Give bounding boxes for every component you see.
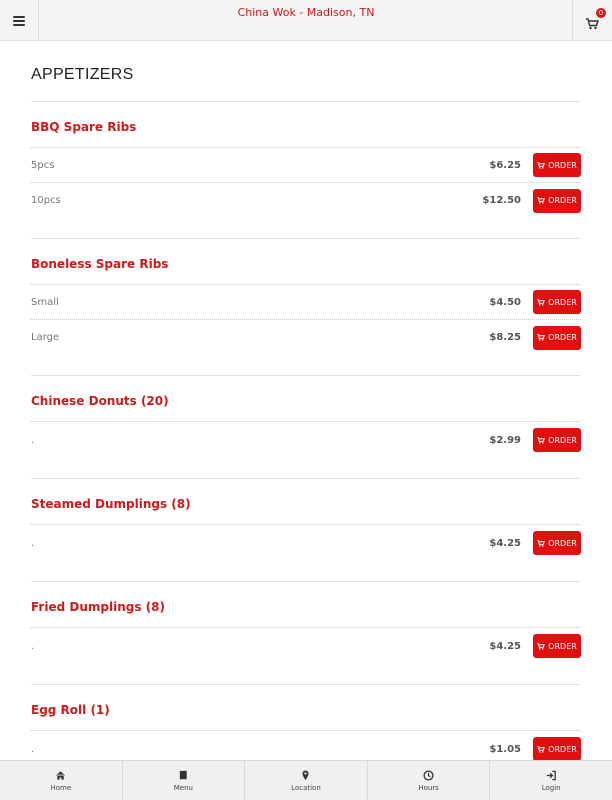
clock-icon <box>423 769 434 781</box>
menu-item: BBQ Spare Ribs 5pcs $6.25 ORDER 10pcs $12.50 O… <box>31 102 581 239</box>
section-title: APPETIZERS <box>31 41 581 102</box>
item-name: Chinese Donuts (20) <box>31 376 581 422</box>
cart-icon <box>537 161 546 169</box>
map-marker-icon <box>302 769 310 780</box>
item-name: Egg Roll (1) <box>31 685 581 731</box>
size-label: 10pcs <box>31 195 61 206</box>
price-row: Small $4.50 ORDER <box>31 285 581 320</box>
cart-icon <box>537 745 546 753</box>
price-row: . $2.99 ORDER <box>31 422 581 458</box>
nav-home[interactable]: Home <box>0 761 123 800</box>
home-icon <box>56 770 66 780</box>
nav-label: Hours <box>418 783 439 792</box>
price: $12.50 <box>482 195 521 206</box>
price: $2.99 <box>489 434 521 446</box>
order-button[interactable]: ORDER <box>533 531 581 555</box>
price-row: . $4.25 ORDER <box>31 525 581 561</box>
order-button[interactable]: ORDER <box>533 188 581 213</box>
cart-icon: 0 <box>586 7 606 29</box>
nav-label: Location <box>291 783 321 792</box>
size-label: Small <box>31 296 59 308</box>
item-name: BBQ Spare Ribs <box>31 102 581 148</box>
menu-item: Fried Dumplings (8). $4.25 ORDER <box>31 582 581 685</box>
cart-icon <box>537 197 546 204</box>
price-row: 5pcs $6.25 ORDER <box>31 148 581 183</box>
menu-items-list: BBQ Spare Ribs 5pcs $6.25 ORDER 10pcs $12.50 O… <box>31 102 581 788</box>
price: $4.50 <box>489 296 521 308</box>
book-icon <box>179 770 187 780</box>
size-label: Large <box>31 332 60 343</box>
order-button[interactable]: ORDER <box>533 428 581 452</box>
order-button-label: ORDER <box>548 744 577 754</box>
item-name: Steamed Dumplings (8) <box>31 479 581 525</box>
nav-label: Home <box>50 783 72 792</box>
cart-icon <box>537 334 546 341</box>
menu-item: Boneless Spare Ribs Small $4.50 ORDER Large $… <box>31 239 581 376</box>
price-row: 10pcs $12.50 ORDER <box>31 183 581 218</box>
order-button-label: ORDER <box>548 297 577 307</box>
price: $4.25 <box>489 640 521 652</box>
order-button[interactable]: ORDER <box>533 737 581 761</box>
order-button[interactable]: ORDER <box>533 290 581 314</box>
order-button[interactable]: ORDER <box>533 634 581 658</box>
menu-item: Steamed Dumplings (8). $4.25 ORDER <box>31 479 581 582</box>
cart-icon <box>537 436 546 444</box>
nav-menu[interactable]: Menu <box>123 761 246 800</box>
menu-content: APPETIZERS BBQ Spare Ribs 5pcs $6.25 ORDER 1… <box>31 41 581 788</box>
bottom-nav-bar: Home Menu Location Hours Login <box>0 760 612 800</box>
site-title[interactable]: China Wok - Madison, TN <box>0 6 612 19</box>
order-button[interactable]: ORDER <box>533 325 581 350</box>
order-button[interactable]: ORDER <box>533 153 581 177</box>
order-button-label: ORDER <box>548 641 577 651</box>
top-bar: China Wok - Madison, TN 0 <box>0 0 612 41</box>
price: $8.25 <box>489 332 521 343</box>
login-icon <box>546 770 556 780</box>
size-label: 5pcs <box>31 159 55 171</box>
size-label: . <box>31 537 35 549</box>
order-button-label: ORDER <box>548 160 577 170</box>
size-label: . <box>31 743 35 755</box>
cart-icon <box>537 298 546 306</box>
size-label: . <box>31 640 35 652</box>
cart-icon <box>537 539 546 547</box>
menu-item: Chinese Donuts (20). $2.99 ORDER <box>31 376 581 479</box>
nav-hours[interactable]: Hours <box>368 761 491 800</box>
cart-button[interactable]: 0 <box>572 0 612 41</box>
item-name: Boneless Spare Ribs <box>31 239 581 285</box>
order-button-label: ORDER <box>548 196 577 205</box>
price: $4.25 <box>489 537 521 549</box>
price: $1.05 <box>489 743 521 755</box>
order-button-label: ORDER <box>548 538 577 548</box>
nav-label: Login <box>541 783 561 792</box>
size-label: . <box>31 434 35 446</box>
item-name: Fried Dumplings (8) <box>31 582 581 628</box>
price: $6.25 <box>489 159 521 171</box>
cart-count-badge: 0 <box>596 7 606 18</box>
order-button-label: ORDER <box>548 435 577 445</box>
price-row: . $4.25 ORDER <box>31 628 581 664</box>
nav-login[interactable]: Login <box>490 761 612 800</box>
order-button-label: ORDER <box>548 333 577 342</box>
nav-label: Menu <box>173 783 193 792</box>
nav-location[interactable]: Location <box>245 761 368 800</box>
price-row: Large $8.25 ORDER <box>31 320 581 355</box>
cart-icon <box>537 642 546 650</box>
